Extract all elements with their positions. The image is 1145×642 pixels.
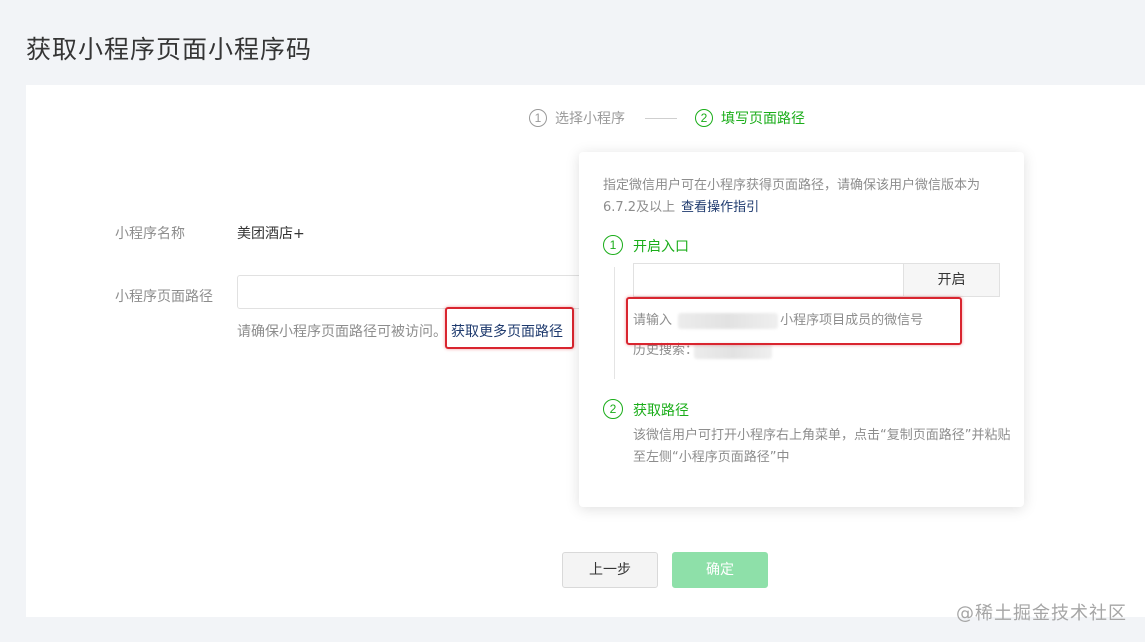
step-1-label: 选择小程序	[555, 111, 625, 127]
step-divider	[645, 117, 677, 119]
popover-intro-text: 指定微信用户可在小程序获得页面路径，请确保该用户微信版本为6.7.2及以上	[603, 178, 981, 215]
popover-step-1-number: 1	[603, 235, 623, 255]
popover-step-2-number: 2	[603, 399, 623, 419]
page-title: 获取小程序页面小程序码	[26, 35, 313, 64]
confirm-button[interactable]: 确定	[672, 552, 768, 588]
popover-intro: 指定微信用户可在小程序获得页面路径，请确保该用户微信版本为6.7.2及以上 查看操…	[603, 175, 1013, 219]
open-entry-button[interactable]: 开启	[903, 263, 1000, 297]
miniprogram-name-value: 美团酒店+	[237, 226, 305, 242]
page-path-hint: 请确保小程序页面路径可被访问。	[237, 324, 447, 340]
popover-step-2-desc: 该微信用户可打开小程序右上角菜单，点击“复制页面路径”并粘贴至左侧“小程序页面路…	[633, 428, 1011, 465]
history-label: 历史搜索：	[633, 343, 699, 358]
popover-step-1-title: 开启入口	[633, 239, 689, 255]
page-path-label: 小程序页面路径	[115, 289, 213, 305]
previous-step-button[interactable]: 上一步	[562, 552, 658, 588]
page-path-input[interactable]	[237, 275, 597, 309]
popover-step-2-title: 获取路径	[633, 403, 689, 419]
step-2-label: 填写页面路径	[721, 111, 805, 127]
step-2-number: 2	[695, 109, 713, 127]
step-connector-line	[614, 267, 615, 379]
step-1-number: 1	[529, 109, 547, 127]
highlight-box-link	[445, 307, 574, 349]
view-guide-link[interactable]: 查看操作指引	[681, 200, 759, 215]
stepper: 1 选择小程序 2 填写页面路径	[529, 108, 805, 128]
watermark: @稀土掘金技术社区	[956, 603, 1127, 624]
miniprogram-name-label: 小程序名称	[115, 226, 185, 242]
highlight-box-instruction	[626, 297, 962, 345]
wechat-id-input[interactable]	[633, 263, 904, 297]
